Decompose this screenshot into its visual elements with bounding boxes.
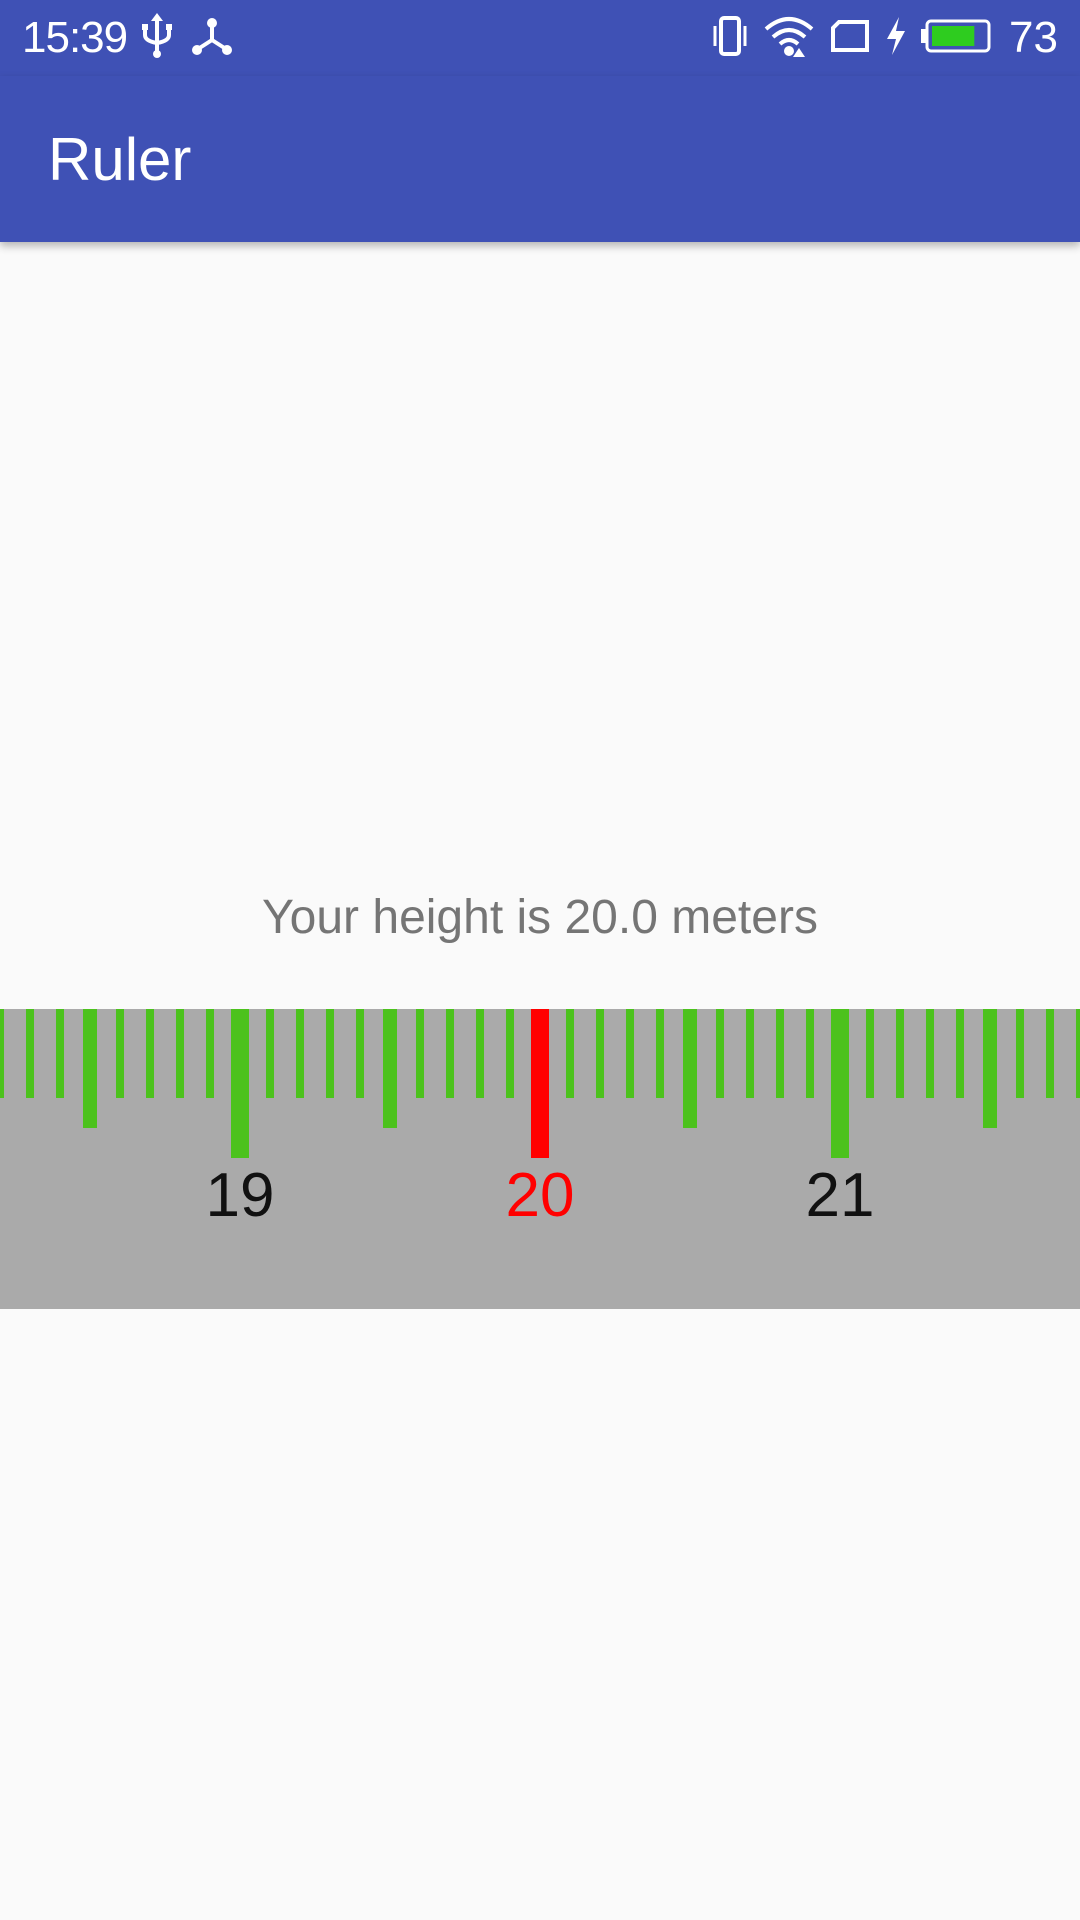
no-sim-icon [829, 19, 871, 58]
minor-tick [266, 1009, 274, 1098]
status-right-icons: 73 [711, 10, 1058, 66]
mid-tick [683, 1009, 697, 1128]
major-tick [231, 1009, 249, 1158]
minor-tick [326, 1009, 334, 1098]
network-icon [192, 16, 232, 61]
ruler-label: 21 [805, 1161, 875, 1230]
minor-tick [56, 1009, 64, 1098]
minor-tick [1046, 1009, 1054, 1098]
minor-tick [956, 1009, 964, 1098]
major-tick [831, 1009, 849, 1158]
minor-tick [896, 1009, 904, 1098]
minor-tick [26, 1009, 34, 1098]
status-left-icons [140, 12, 232, 64]
app-title: Ruler [48, 126, 192, 193]
minor-tick [866, 1009, 874, 1098]
height-readout: Your height is 20.0 meters [262, 891, 818, 944]
minor-tick [296, 1009, 304, 1098]
mid-tick [983, 1009, 997, 1128]
minor-tick [716, 1009, 724, 1098]
minor-tick [446, 1009, 454, 1098]
minor-tick [0, 1009, 4, 1098]
minor-tick [416, 1009, 424, 1098]
minor-tick [356, 1009, 364, 1098]
minor-tick [206, 1009, 214, 1098]
ruler-label-selected: 20 [505, 1161, 575, 1230]
minor-tick [116, 1009, 124, 1098]
minor-tick [746, 1009, 754, 1098]
minor-tick [566, 1009, 574, 1098]
minor-tick [176, 1009, 184, 1098]
mid-tick [383, 1009, 397, 1128]
battery-percent: 73 [1009, 13, 1058, 62]
status-bar: 15:39 73 [0, 0, 1080, 76]
mid-tick [83, 1009, 97, 1128]
minor-tick [806, 1009, 814, 1098]
charging-icon [885, 16, 907, 60]
minor-tick [656, 1009, 664, 1098]
minor-tick [596, 1009, 604, 1098]
usb-icon [140, 12, 174, 64]
minor-tick [146, 1009, 154, 1098]
selected-tick [531, 1009, 549, 1158]
minor-tick [506, 1009, 514, 1098]
vibrate-icon [711, 15, 749, 61]
wifi-icon [763, 15, 815, 62]
minor-tick [626, 1009, 634, 1098]
app-bar: Ruler [0, 76, 1080, 242]
minor-tick [476, 1009, 484, 1098]
status-time: 15:39 [22, 13, 128, 62]
battery-icon [921, 19, 991, 58]
minor-tick [1076, 1009, 1080, 1098]
minor-tick [926, 1009, 934, 1098]
minor-tick [776, 1009, 784, 1098]
ruler-label: 19 [205, 1161, 275, 1230]
minor-tick [1016, 1009, 1024, 1098]
